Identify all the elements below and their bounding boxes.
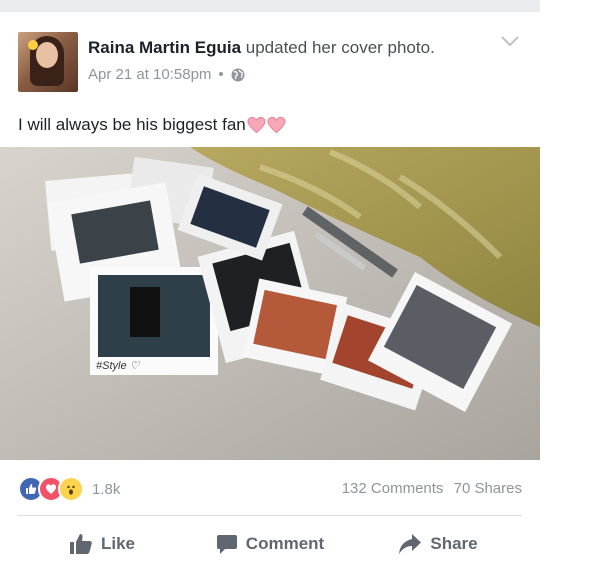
reactions-summary[interactable]: 1.8k — [18, 476, 120, 502]
pink-heart-icon — [267, 116, 286, 134]
post-actions-bar: Like Comment Share — [18, 522, 522, 566]
wow-reaction-icon — [58, 476, 84, 502]
post-meta: Apr 21 at 10:58pm • — [88, 66, 245, 83]
globe-icon[interactable] — [231, 68, 245, 82]
post-timestamp[interactable]: Apr 21 at 10:58pm — [88, 66, 211, 83]
comments-count[interactable]: 132 Comments — [342, 480, 444, 497]
share-button[interactable]: Share — [354, 522, 522, 566]
meta-separator: • — [218, 66, 224, 83]
post-action-text: updated her cover photo. — [245, 38, 435, 57]
avatar-face — [36, 42, 58, 68]
pink-heart-icon — [247, 116, 266, 134]
share-arrow-icon — [399, 534, 422, 554]
post-header: Raina Martin Eguia updated her cover pho… — [88, 38, 435, 58]
thumbs-up-icon — [69, 534, 92, 554]
engagement-counts: 132 Comments 70 Shares — [342, 480, 522, 497]
avatar-flower — [28, 40, 38, 50]
polaroid-caption: #Style ♡ — [96, 360, 141, 372]
like-button[interactable]: Like — [18, 522, 186, 566]
comment-label: Comment — [245, 534, 325, 553]
feed-right-gutter — [540, 0, 608, 576]
share-label: Share — [430, 534, 478, 553]
like-label: Like — [100, 534, 136, 553]
post-card: Raina Martin Eguia updated her cover pho… — [0, 12, 540, 576]
author-name-link[interactable]: Raina Martin Eguia — [88, 38, 241, 57]
post-message-text: I will always be his biggest fan — [18, 115, 246, 134]
cover-photo[interactable]: #Style ♡ — [0, 147, 540, 460]
actions-divider — [18, 515, 522, 516]
reaction-count[interactable]: 1.8k — [92, 481, 120, 498]
shares-count[interactable]: 70 Shares — [454, 480, 522, 497]
post-message: I will always be his biggest fan — [18, 115, 286, 135]
feed-top-gap — [0, 0, 540, 12]
comment-bubble-icon — [216, 535, 237, 554]
author-avatar[interactable] — [18, 32, 78, 92]
comment-button[interactable]: Comment — [186, 522, 354, 566]
chevron-down-icon[interactable] — [500, 34, 520, 48]
cover-photo-illustration: #Style ♡ — [0, 147, 540, 460]
